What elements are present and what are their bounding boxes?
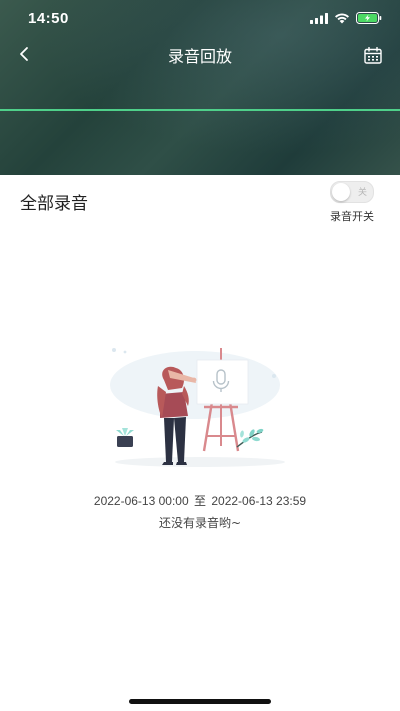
date-start: 2022-06-13 00:00 [93,494,189,508]
recording-switch-group: 关 录音开关 [324,181,380,224]
background-blob [110,351,280,419]
filter-row: 全部录音 关 录音开关 [0,175,400,225]
audio-waveform-line[interactable] [0,109,400,111]
calendar-button[interactable] [360,42,386,68]
easel-canvas [196,359,249,405]
home-indicator[interactable] [129,699,271,704]
ground-shadow [115,457,285,467]
calendar-icon [364,46,382,64]
signal-icon [310,12,328,24]
status-icons [310,12,382,24]
status-time: 14:50 [28,10,69,27]
recording-toggle-label: 录音开关 [330,210,374,223]
recording-toggle[interactable]: 关 [330,181,374,203]
wifi-icon [335,13,349,24]
toggle-knob [332,183,350,201]
battery-charging-icon [356,12,382,24]
date-separator: 至 [193,494,206,508]
leaf-branch [236,428,264,448]
all-recordings-filter[interactable]: 全部录音 [20,189,88,214]
empty-message: 还没有录音哟~ [158,516,242,530]
empty-state-illustration [110,348,285,467]
date-end: 2022-06-13 23:59 [211,494,307,508]
toggle-state-text: 关 [357,188,367,198]
status-bar: 14:50 [0,0,400,38]
page-title: 录音回放 [167,47,232,66]
header-banner: 14:50 录音回放 [0,0,400,175]
date-range: 2022-06-13 00:00 至 2022-06-13 23:59 [0,492,400,509]
plant-pot [116,428,134,447]
nav-bar: 录音回放 [0,38,400,72]
